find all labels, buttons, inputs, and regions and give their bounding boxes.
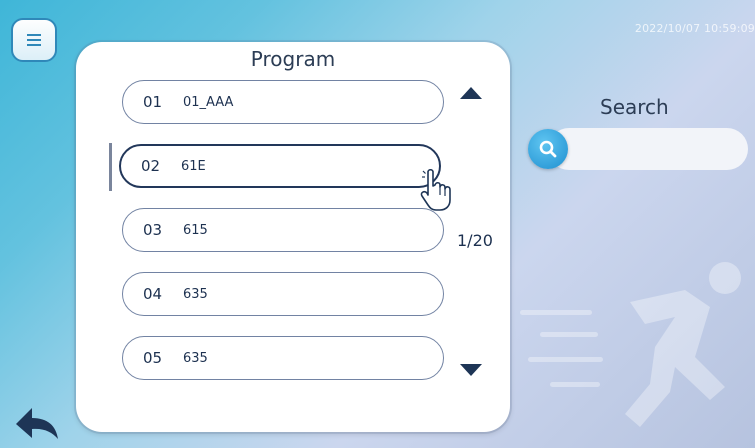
- search-button[interactable]: [528, 129, 568, 169]
- program-row-selected[interactable]: 02 61E: [119, 144, 441, 188]
- scroll-down-button[interactable]: [459, 362, 483, 381]
- selection-indicator: [109, 143, 112, 191]
- program-number: 05: [143, 349, 163, 367]
- program-name: 61E: [181, 158, 206, 174]
- triangle-down-icon: [460, 364, 482, 376]
- program-number: 01: [143, 93, 163, 111]
- search-input[interactable]: [548, 128, 748, 170]
- program-row[interactable]: 04 635: [122, 272, 444, 316]
- back-arrow-icon: [16, 408, 58, 439]
- program-row[interactable]: 05 635: [122, 336, 444, 380]
- back-button[interactable]: [14, 406, 60, 444]
- program-row[interactable]: 03 615: [122, 208, 444, 252]
- menu-button[interactable]: [11, 18, 57, 62]
- running-person-icon: [520, 262, 741, 427]
- program-name: 635: [183, 286, 208, 302]
- program-name: 01_AAA: [183, 94, 234, 110]
- program-number: 03: [143, 221, 163, 239]
- hand-pointer-icon: [420, 168, 451, 211]
- program-number: 04: [143, 285, 163, 303]
- program-name: 615: [183, 222, 208, 238]
- search-box: [528, 128, 750, 170]
- program-row[interactable]: 01 01_AAA: [122, 80, 444, 124]
- triangle-up-icon: [460, 87, 482, 99]
- program-name: 635: [183, 350, 208, 366]
- datetime-display: 2022/10/07 10:59:09: [634, 22, 755, 35]
- search-label: Search: [600, 95, 669, 119]
- program-number: 02: [141, 157, 161, 175]
- program-title: Program: [250, 47, 336, 71]
- page-indicator: 1/20: [457, 231, 493, 250]
- menu-icon: [27, 34, 41, 46]
- scroll-up-button[interactable]: [459, 85, 483, 104]
- magnifier-icon: [539, 140, 557, 158]
